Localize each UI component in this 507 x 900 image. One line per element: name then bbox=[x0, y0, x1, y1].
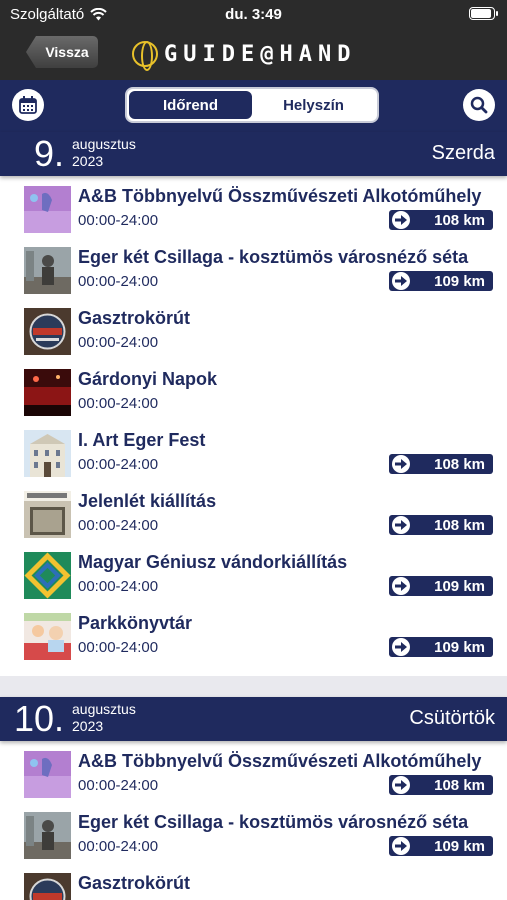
calendar-icon[interactable] bbox=[12, 89, 44, 121]
distance-badge[interactable]: 109 km bbox=[389, 271, 493, 291]
arrow-right-icon bbox=[392, 272, 410, 290]
event-thumbnail bbox=[24, 491, 71, 538]
distance-label: 108 km bbox=[434, 516, 485, 534]
event-thumbnail bbox=[24, 552, 71, 599]
event-title: Gárdonyi Napok bbox=[78, 369, 218, 389]
event-row[interactable]: I. Art Eger Fest 00:00-24:00 108 km bbox=[0, 422, 507, 483]
event-row[interactable]: A&B Többnyelvű Összművészeti Alkotóműhel… bbox=[0, 743, 507, 804]
day-weekday: Szerda bbox=[431, 142, 495, 164]
event-title: Magyar Géniusz vándorkiállítás bbox=[78, 552, 348, 572]
distance-label: 109 km bbox=[434, 837, 485, 855]
clock: du. 3:49 bbox=[225, 6, 282, 23]
event-row[interactable]: Gárdonyi Napok 00:00-24:00 bbox=[0, 361, 507, 422]
event-thumbnail bbox=[24, 247, 71, 294]
view-segmented-control: Időrend Helyszín bbox=[125, 87, 379, 123]
event-thumbnail bbox=[24, 613, 71, 660]
day-year: 2023 bbox=[72, 718, 104, 734]
distance-label: 109 km bbox=[434, 577, 485, 595]
toolbar: Időrend Helyszín bbox=[0, 80, 507, 132]
arrow-right-icon bbox=[392, 638, 410, 656]
event-row[interactable]: Magyar Géniusz vándorkiállítás 00:00-24:0… bbox=[0, 544, 507, 605]
distance-label: 108 km bbox=[434, 455, 485, 473]
search-icon[interactable] bbox=[463, 89, 495, 121]
tab-idorend[interactable]: Időrend bbox=[129, 91, 252, 119]
day-month: augusztus bbox=[72, 136, 136, 152]
arrow-right-icon bbox=[392, 455, 410, 473]
event-hours: 00:00-24:00 bbox=[78, 334, 159, 351]
distance-badge[interactable]: 108 km bbox=[389, 515, 493, 535]
top-bar: Szolgáltató du. 3:49 Vissza GUIDE@HAND bbox=[0, 0, 507, 80]
event-row[interactable]: Gasztrokörút 00:00-24:00 bbox=[0, 300, 507, 361]
event-row[interactable]: Jelenlét kiállítás 00:00-24:00 108 km bbox=[0, 483, 507, 544]
day-month: augusztus bbox=[72, 701, 136, 717]
distance-badge[interactable]: 109 km bbox=[389, 576, 493, 596]
section-spacer bbox=[0, 676, 507, 698]
distance-label: 109 km bbox=[434, 638, 485, 656]
event-title: I. Art Eger Fest bbox=[78, 430, 206, 450]
day-number: 9. bbox=[34, 133, 65, 174]
back-button[interactable]: Vissza bbox=[26, 36, 98, 68]
event-hours: 00:00-24:00 bbox=[78, 273, 159, 290]
event-row[interactable]: Eger két Csillaga - kosztümös városnéző … bbox=[0, 239, 507, 300]
distance-badge[interactable]: 109 km bbox=[389, 637, 493, 657]
event-thumbnail bbox=[24, 751, 71, 798]
event-title: A&B Többnyelvű Összművészeti Alkotóműhel… bbox=[78, 751, 482, 771]
arrow-right-icon bbox=[392, 211, 410, 229]
arrow-right-icon bbox=[392, 776, 410, 794]
event-thumbnail bbox=[24, 186, 71, 233]
event-row[interactable]: Parkkönyvtár 00:00-24:00 109 km bbox=[0, 605, 507, 666]
event-title: Eger két Csillaga - kosztümös városnéző … bbox=[78, 812, 469, 832]
distance-badge[interactable]: 109 km bbox=[389, 836, 493, 856]
arrow-right-icon bbox=[392, 837, 410, 855]
distance-badge[interactable]: 108 km bbox=[389, 454, 493, 474]
day-number: 10. bbox=[14, 698, 65, 739]
distance-badge[interactable]: 108 km bbox=[389, 210, 493, 230]
event-hours: 00:00-24:00 bbox=[78, 517, 159, 534]
event-thumbnail bbox=[24, 369, 71, 416]
battery-icon bbox=[469, 7, 498, 20]
event-row[interactable]: Eger két Csillaga - kosztümös városnéző … bbox=[0, 804, 507, 865]
event-title: Gasztrokörút bbox=[78, 873, 191, 893]
globe-icon bbox=[132, 41, 158, 71]
distance-badge[interactable]: 108 km bbox=[389, 775, 493, 795]
day-weekday: Csütörtök bbox=[409, 707, 495, 729]
arrow-right-icon bbox=[392, 577, 410, 595]
day-header: 9. augusztus 2023 Szerda bbox=[0, 132, 507, 176]
status-bar: Szolgáltató du. 3:49 bbox=[0, 0, 507, 30]
tab-helyszin[interactable]: Helyszín bbox=[252, 91, 375, 119]
event-title: Eger két Csillaga - kosztümös városnéző … bbox=[78, 247, 469, 267]
day-header: 10. augusztus 2023 Csütörtök bbox=[0, 697, 507, 741]
event-hours: 00:00-24:00 bbox=[78, 212, 159, 229]
event-thumbnail bbox=[24, 812, 71, 859]
event-thumbnail bbox=[24, 430, 71, 477]
app-logo: GUIDE@HAND bbox=[132, 40, 357, 71]
event-hours: 00:00-24:00 bbox=[78, 639, 159, 656]
arrow-right-icon bbox=[392, 516, 410, 534]
distance-label: 109 km bbox=[434, 272, 485, 290]
event-row[interactable]: A&B Többnyelvű Összművészeti Alkotóműhel… bbox=[0, 178, 507, 239]
event-hours: 00:00-24:00 bbox=[78, 838, 159, 855]
event-title: Gasztrokörút bbox=[78, 308, 191, 328]
event-hours: 00:00-24:00 bbox=[78, 395, 159, 412]
day-year: 2023 bbox=[72, 153, 104, 169]
distance-label: 108 km bbox=[434, 776, 485, 794]
distance-label: 108 km bbox=[434, 211, 485, 229]
event-title: Jelenlét kiállítás bbox=[78, 491, 217, 511]
event-hours: 00:00-24:00 bbox=[78, 456, 159, 473]
event-hours: 00:00-24:00 bbox=[78, 578, 159, 595]
event-hours: 00:00-24:00 bbox=[78, 777, 159, 794]
event-thumbnail bbox=[24, 308, 71, 355]
event-title: A&B Többnyelvű Összművészeti Alkotóműhel… bbox=[78, 186, 482, 206]
event-title: Parkkönyvtár bbox=[78, 613, 193, 633]
logo-text: GUIDE@HAND bbox=[164, 41, 357, 67]
event-thumbnail bbox=[24, 873, 71, 900]
event-row[interactable]: Gasztrokörút bbox=[0, 865, 507, 900]
